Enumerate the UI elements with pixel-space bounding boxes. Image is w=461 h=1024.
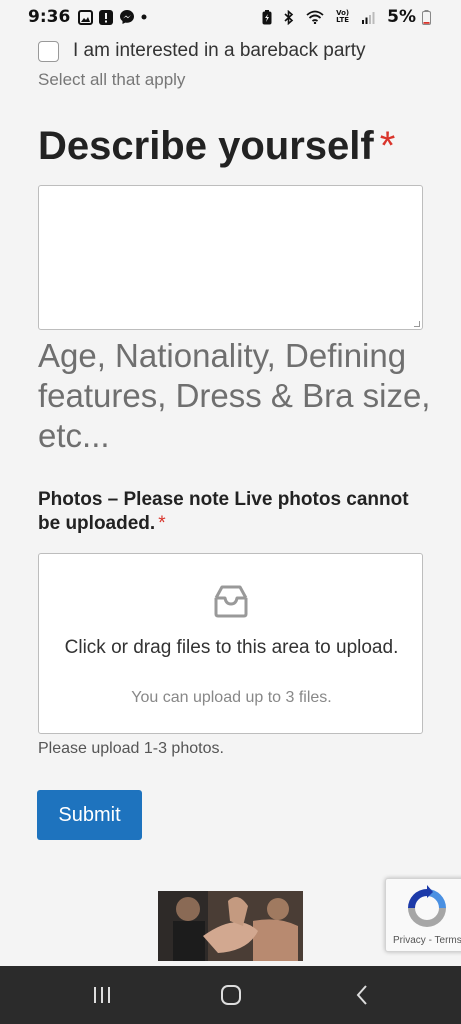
battery-icon	[422, 9, 431, 25]
photos-label: Photos – Please note Live photos cannot …	[38, 488, 433, 536]
gallery-icon	[78, 9, 94, 25]
terms-link[interactable]: Terms	[435, 935, 461, 946]
dot-icon	[141, 14, 147, 20]
navigation-bar	[0, 966, 461, 1024]
volte-icon: Vo) LTE	[336, 9, 350, 24]
interest-option[interactable]: I am interested in a bareback party	[38, 40, 366, 62]
describe-help-text: Age, Nationality, Defining features, Dre…	[38, 337, 431, 454]
advertisement-image[interactable]	[158, 891, 303, 961]
bareback-party-label[interactable]: I am interested in a bareback party	[73, 40, 366, 62]
battery-saver-icon	[262, 9, 272, 25]
required-asterisk: *	[379, 124, 396, 168]
signal-icon	[361, 11, 375, 24]
resize-handle-icon[interactable]	[414, 321, 420, 327]
dropzone-limit-text: You can upload up to 3 files.	[131, 689, 332, 706]
status-time: 9:36	[28, 7, 71, 27]
back-icon[interactable]	[322, 966, 402, 1024]
photos-label-text: Photos – Please note Live photos cannot …	[38, 489, 409, 534]
describe-yourself-textarea[interactable]	[38, 185, 423, 330]
recent-apps-icon[interactable]	[62, 966, 142, 1024]
bareback-party-checkbox[interactable]	[38, 40, 59, 62]
messenger-icon	[119, 9, 135, 25]
submit-button[interactable]: Submit	[37, 790, 142, 840]
upload-note: Please upload 1-3 photos.	[38, 740, 224, 757]
select-all-hint: Select all that apply	[38, 70, 186, 89]
file-upload-dropzone[interactable]: Click or drag files to this area to uplo…	[38, 553, 423, 734]
wifi-icon	[306, 10, 324, 24]
separator: -	[425, 935, 435, 946]
required-asterisk: *	[158, 513, 166, 534]
recaptcha-icon	[404, 885, 450, 936]
bluetooth-icon	[284, 9, 294, 25]
recaptcha-links: Privacy - Terms	[393, 935, 461, 946]
alert-icon	[99, 9, 114, 25]
privacy-link[interactable]: Privacy	[393, 935, 426, 946]
battery-percentage: 5%	[387, 7, 416, 27]
home-icon[interactable]	[191, 966, 271, 1024]
recaptcha-badge[interactable]: Privacy - Terms	[385, 878, 461, 952]
describe-yourself-heading: Describe yourself *	[38, 124, 395, 169]
describe-yourself-title: Describe yourself	[38, 124, 374, 168]
inbox-icon	[213, 584, 249, 623]
status-bar: 9:36 Vo) LTE 5%	[0, 0, 461, 34]
dropzone-instructions: Click or drag files to this area to uplo…	[64, 637, 399, 658]
